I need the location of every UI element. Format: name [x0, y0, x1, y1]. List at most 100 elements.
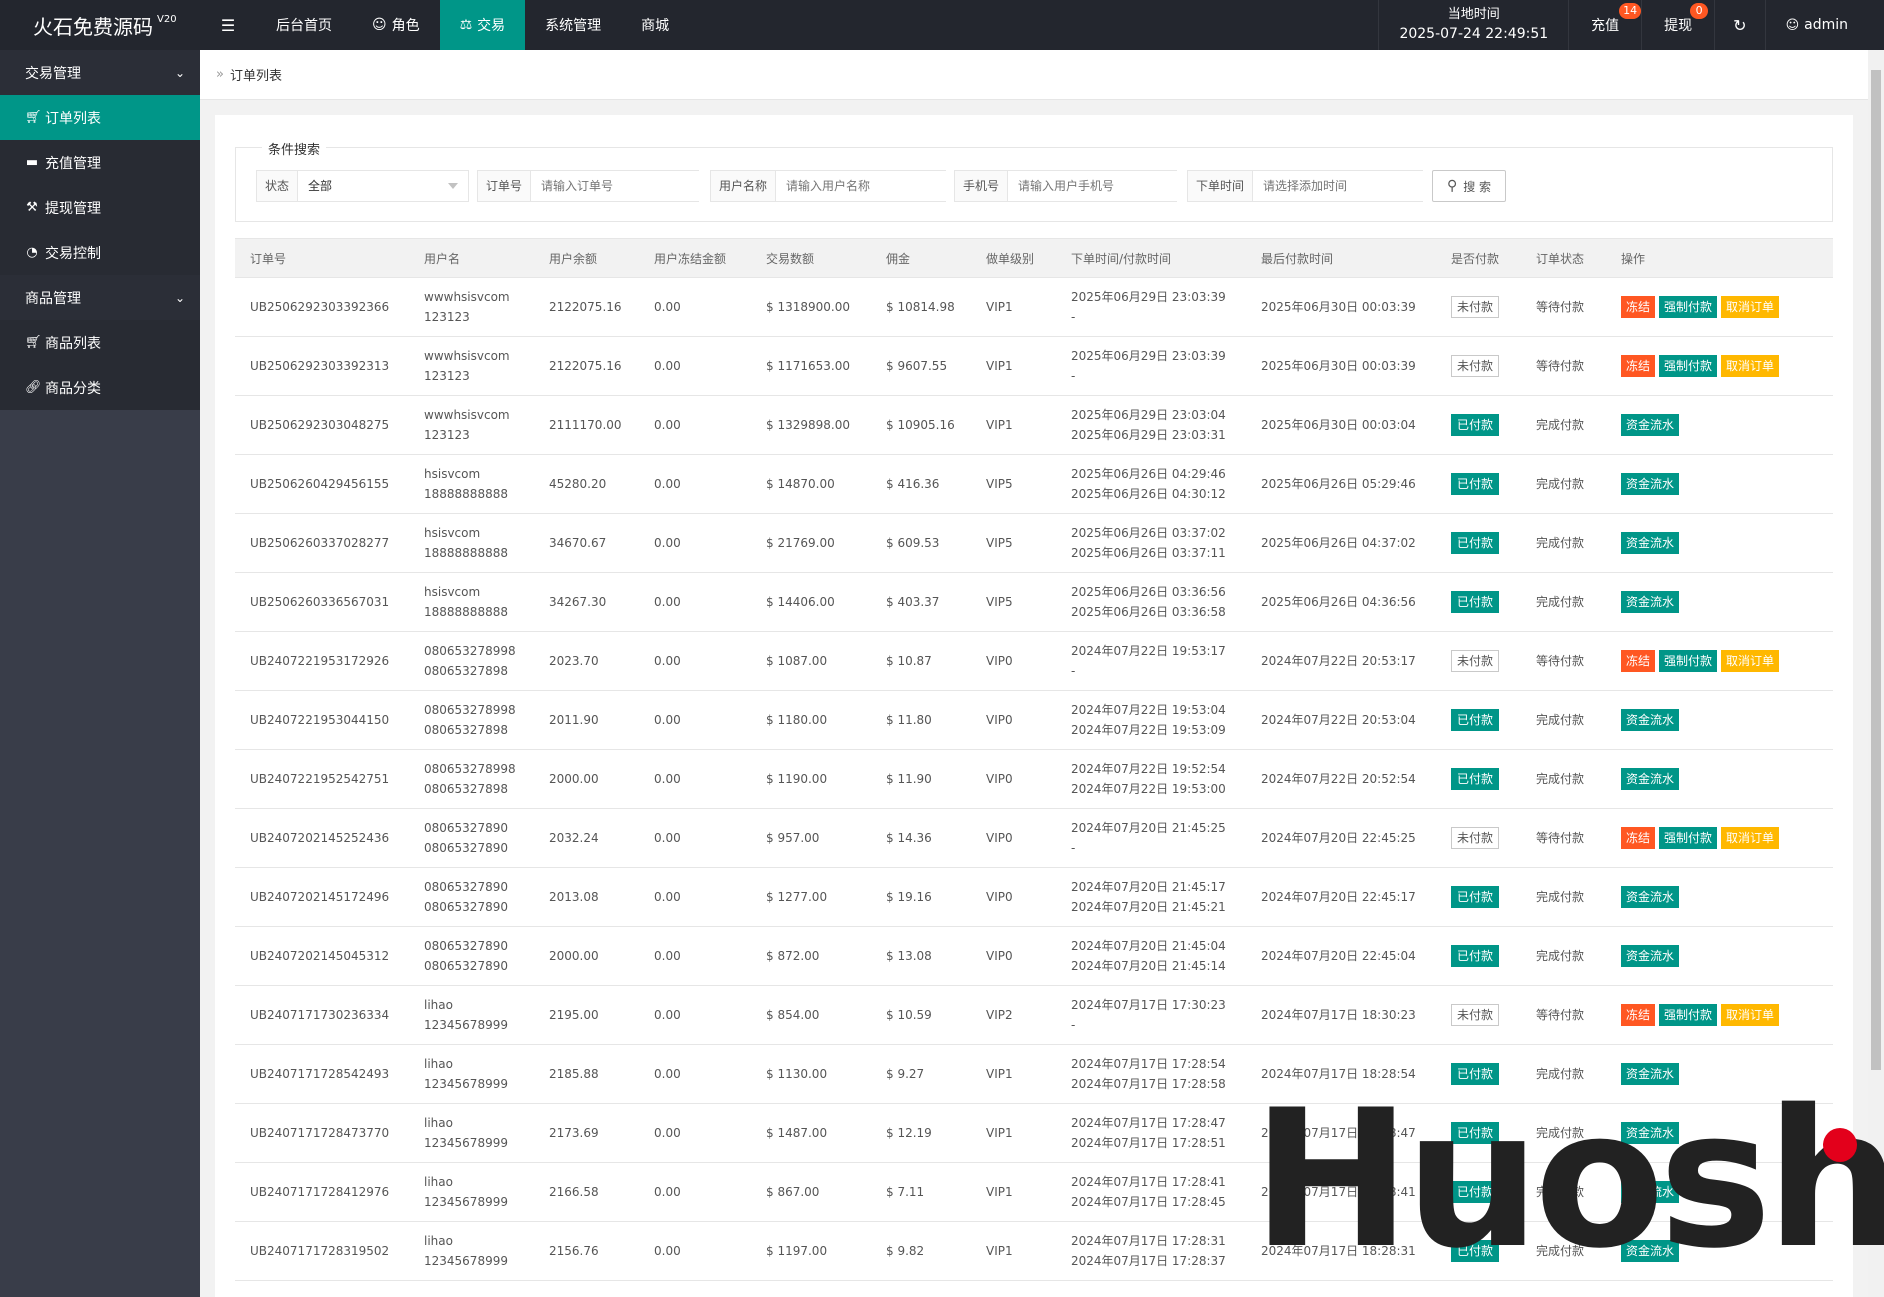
username-cell: wwwhsisvcom 123123: [409, 277, 534, 337]
force-pay-button[interactable]: 强制付款: [1659, 1004, 1718, 1026]
search-button[interactable]: ⚲ 搜 索: [1432, 170, 1506, 202]
time-input[interactable]: [1253, 171, 1424, 201]
time-label: 下单时间: [1188, 171, 1254, 201]
cancel-order-button[interactable]: 取消订单: [1721, 1004, 1780, 1026]
order-id: UB2407221953044150: [235, 690, 409, 750]
nav-role[interactable]: ☺ 角色: [352, 0, 440, 50]
order-status: 完成付款: [1536, 418, 1585, 432]
sidebar-item-trade-control[interactable]: ◔ 交易控制: [0, 230, 200, 275]
force-pay-button[interactable]: 强制付款: [1659, 355, 1718, 377]
paid-cell: 已付款: [1436, 749, 1521, 809]
fund-flow-button[interactable]: 资金流水: [1621, 768, 1680, 790]
cancel-order-button[interactable]: 取消订单: [1721, 355, 1780, 377]
fund-flow-button[interactable]: 资金流水: [1621, 473, 1680, 495]
freeze-button[interactable]: 冻结: [1621, 355, 1656, 377]
nav-trade[interactable]: ⚖ 交易: [439, 0, 526, 50]
nav-system[interactable]: 系统管理: [525, 0, 621, 50]
fund-flow-button[interactable]: 资金流水: [1621, 886, 1680, 908]
commission: $ 9.82: [871, 1221, 971, 1281]
sidebar-group-goods[interactable]: 商品管理 ⌄: [0, 275, 200, 320]
order-input[interactable]: [531, 171, 702, 201]
sidebar: 交易管理 ⌄ 🛒︎ 订单列表 ▬ 充值管理 ⚒ 提现管理 ◔ 交易控制 商品管理…: [0, 50, 200, 1297]
username: 08065327890: [424, 939, 508, 953]
freeze-button[interactable]: 冻结: [1621, 827, 1656, 849]
force-pay-button[interactable]: 强制付款: [1659, 827, 1718, 849]
cancel-order-button[interactable]: 取消订单: [1721, 296, 1780, 318]
sidebar-item-withdraw[interactable]: ⚒ 提现管理: [0, 185, 200, 230]
order-time: 2025年06月26日 03:36:56: [1071, 585, 1226, 599]
status-select[interactable]: 全部: [298, 171, 468, 201]
balance: 2173.69: [534, 1103, 639, 1163]
menu-toggle-button[interactable]: ☰: [200, 0, 256, 50]
fund-flow-button[interactable]: 资金流水: [1621, 945, 1680, 967]
recharge-badge: 14: [1619, 3, 1642, 19]
scrollbar-thumb[interactable]: [1871, 70, 1881, 1070]
order-id: UB2407171728319502: [235, 1221, 409, 1281]
nav-home[interactable]: 后台首页: [256, 0, 352, 50]
nav-mall[interactable]: 商城: [621, 0, 689, 50]
sidebar-group-trade[interactable]: 交易管理 ⌄: [0, 50, 200, 95]
breadcrumb-current[interactable]: 订单列表: [230, 65, 282, 84]
frozen-amount: 0.00: [639, 749, 751, 809]
order-status: 完成付款: [1536, 713, 1585, 727]
sidebar-item-order-list[interactable]: 🛒︎ 订单列表: [0, 95, 200, 140]
freeze-button[interactable]: 冻结: [1621, 296, 1656, 318]
paid-cell: 已付款: [1436, 513, 1521, 573]
sidebar-item-label: 订单列表: [45, 110, 101, 127]
user-menu[interactable]: ☺ admin: [1764, 0, 1884, 50]
force-pay-button[interactable]: 强制付款: [1659, 296, 1718, 318]
frozen-amount: 0.00: [639, 1221, 751, 1281]
fund-flow-button[interactable]: 资金流水: [1621, 532, 1680, 554]
nav-role-label: 角色: [391, 18, 420, 34]
user-phone: 18888888888: [424, 546, 508, 560]
phone-input[interactable]: [1008, 171, 1179, 201]
sidebar-item-goods-list[interactable]: 🛒︎ 商品列表: [0, 320, 200, 365]
recharge-button[interactable]: 充值 14: [1568, 0, 1642, 50]
vip-level: VIP1: [971, 1044, 1056, 1104]
username-input[interactable]: [776, 171, 947, 201]
paid-cell: 已付款: [1436, 572, 1521, 632]
order-time-cell: 2025年06月26日 03:37:02 2025年06月26日 03:37:11: [1056, 513, 1246, 573]
freeze-button[interactable]: 冻结: [1621, 650, 1656, 672]
last-pay-time: 2024年07月17日 18:30:23: [1246, 985, 1436, 1045]
monitor-icon: ▬: [25, 155, 39, 170]
user-phone: 123123: [424, 369, 470, 383]
sidebar-item-recharge[interactable]: ▬ 充值管理: [0, 140, 200, 185]
username: wwwhsisvcom: [424, 290, 510, 304]
actions-cell: 资金流水: [1606, 690, 1833, 750]
username-cell: lihao 12345678999: [409, 1044, 534, 1104]
force-pay-button[interactable]: 强制付款: [1659, 650, 1718, 672]
username: lihao: [424, 1175, 453, 1189]
commission: $ 9607.55: [871, 336, 971, 396]
status-cell: 完成付款: [1521, 572, 1606, 632]
order-time-cell: 2025年06月29日 23:03:39 -: [1056, 336, 1246, 396]
last-pay-time: 2024年07月20日 22:45:25: [1246, 808, 1436, 868]
order-status: 完成付款: [1536, 949, 1585, 963]
cancel-order-button[interactable]: 取消订单: [1721, 650, 1780, 672]
status-cell: 完成付款: [1521, 926, 1606, 986]
cancel-order-button[interactable]: 取消订单: [1721, 827, 1780, 849]
fund-flow-button[interactable]: 资金流水: [1621, 709, 1680, 731]
commission: $ 11.90: [871, 749, 971, 809]
fund-flow-button[interactable]: 资金流水: [1621, 591, 1680, 613]
logo[interactable]: 火石免费源码 V20: [0, 0, 200, 50]
unpaid-tag: 未付款: [1451, 296, 1500, 318]
freeze-button[interactable]: 冻结: [1621, 1004, 1656, 1026]
order-time: 2024年07月20日 21:45:25: [1071, 821, 1226, 835]
table-row: UB2407202145252436 08065327890 08065327890…: [235, 808, 1833, 868]
commission: $ 10.59: [871, 985, 971, 1045]
order-time-cell: 2024年07月17日 17:28:41 2024年07月17日 17:28:45: [1056, 1162, 1246, 1222]
withdraw-button[interactable]: 提现 0: [1641, 0, 1714, 50]
balance: 34670.67: [534, 513, 639, 573]
refresh-button[interactable]: ↻: [1714, 0, 1764, 50]
gauge-icon: ◔: [26, 245, 38, 260]
col-order-id: 订单号: [235, 238, 409, 278]
last-pay-time: 2024年07月22日 20:53:04: [1246, 690, 1436, 750]
trade-amount: $ 14870.00: [751, 454, 871, 514]
user-phone: 08065327898: [424, 723, 508, 737]
status-filter[interactable]: 状态 全部: [256, 170, 469, 202]
actions-cell: 冻结 强制付款 取消订单: [1606, 631, 1833, 691]
fund-flow-button[interactable]: 资金流水: [1621, 414, 1680, 436]
sidebar-item-goods-category[interactable]: 🔗︎ 商品分类: [0, 365, 200, 410]
paid-cell: 已付款: [1436, 690, 1521, 750]
